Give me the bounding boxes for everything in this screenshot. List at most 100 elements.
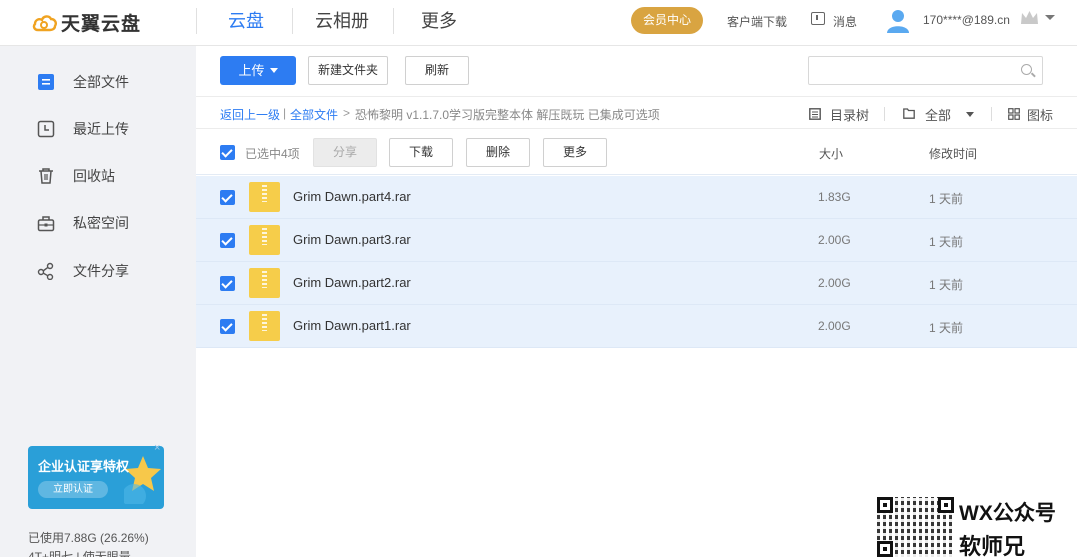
storage-usage: 已使用7.88G (26.26%) (28, 531, 149, 545)
promo-close-icon[interactable]: × (154, 442, 160, 454)
sidebar: 全部文件 最近上传 回收站 私密空间 文件分享 企业认证享特权 立即认证 × 已… (0, 46, 196, 557)
file-size: 2.00G (818, 319, 851, 333)
file-name[interactable]: Grim Dawn.part3.rar (293, 232, 411, 247)
table-row[interactable]: Grim Dawn.part3.rar 2.00G 1 天前 (196, 219, 1077, 262)
qr-finder (877, 541, 893, 557)
select-all-checkbox[interactable] (220, 145, 235, 160)
share-button[interactable]: 分享 (313, 138, 377, 167)
file-size: 2.00G (818, 276, 851, 290)
more-button[interactable]: 更多 (543, 138, 607, 167)
chevron-down-icon[interactable] (1045, 15, 1055, 20)
client-download-link[interactable]: 客户端下载 (727, 13, 787, 30)
search-input[interactable] (808, 56, 1043, 85)
badge-icon (124, 456, 161, 504)
top-navbar: 天翼云盘 云盘 云相册 更多 会员中心 客户端下载 消息 170****@189… (0, 0, 1077, 46)
user-avatar-icon[interactable] (886, 8, 910, 34)
breadcrumb-root-link[interactable]: 全部文件 (290, 106, 338, 123)
tab-cloud-disk[interactable]: 云盘 (228, 0, 264, 46)
storage-upgrade-link[interactable]: 4T+明七 | 使无眼量 (28, 548, 131, 557)
nav-divider (393, 8, 394, 34)
folder-icon (903, 108, 915, 119)
column-header-size[interactable]: 大小 (819, 145, 843, 162)
message-icon[interactable] (811, 12, 825, 25)
divider (884, 107, 885, 121)
qr-finder (938, 497, 954, 513)
selection-toolbar: 已选中4项 分享 下载 删除 更多 大小 修改时间 (196, 129, 1077, 175)
file-name[interactable]: Grim Dawn.part4.rar (293, 189, 411, 204)
row-checkbox[interactable] (220, 190, 235, 205)
sidebar-item-label: 最近上传 (73, 121, 129, 137)
messages-link[interactable]: 消息 (833, 13, 857, 30)
zip-file-icon (249, 311, 280, 341)
file-modified: 1 天前 (929, 278, 964, 292)
directory-tree-toggle[interactable]: 目录树 (830, 105, 869, 124)
zip-file-icon (249, 268, 280, 298)
table-row[interactable]: Grim Dawn.part2.rar 2.00G 1 天前 (196, 262, 1077, 305)
file-name[interactable]: Grim Dawn.part1.rar (293, 318, 411, 333)
sidebar-item-all-files[interactable]: 全部文件 (0, 63, 196, 101)
column-header-modified[interactable]: 修改时间 (929, 145, 977, 162)
brand-name: 天翼云盘 (61, 14, 142, 35)
zip-file-icon (249, 182, 280, 212)
caret-down-icon (269, 68, 278, 73)
new-folder-button[interactable]: 新建文件夹 (308, 56, 388, 85)
file-size: 1.83G (818, 190, 851, 204)
watermark-line1: WX公众号 (959, 502, 1056, 525)
sidebar-item-label: 全部文件 (73, 74, 129, 90)
selection-count: 已选中4项 (245, 147, 300, 161)
file-size: 2.00G (818, 233, 851, 247)
sidebar-item-label: 私密空间 (73, 215, 129, 231)
enterprise-promo-banner[interactable]: 企业认证享特权 立即认证 (28, 446, 164, 509)
download-button[interactable]: 下载 (389, 138, 453, 167)
cloud-logo-icon (32, 14, 57, 31)
file-list-icon (38, 74, 54, 90)
sidebar-item-private-space[interactable]: 私密空间 (0, 204, 196, 242)
file-modified: 1 天前 (929, 235, 964, 249)
table-row[interactable]: Grim Dawn.part4.rar 1.83G 1 天前 (196, 176, 1077, 219)
breadcrumb-bar: 返回上一级 | 全部文件 > 恐怖黎明 v1.1.7.0学习版完整本体 解压既玩… (196, 96, 1077, 129)
file-modified: 1 天前 (929, 321, 964, 335)
table-row[interactable]: Grim Dawn.part1.rar 2.00G 1 天前 (196, 305, 1077, 348)
icon-view-toggle[interactable]: 图标 (1027, 105, 1053, 124)
sidebar-item-file-share[interactable]: 文件分享 (0, 252, 196, 290)
watermark-line2: 软师兄 (959, 534, 1026, 557)
row-checkbox[interactable] (220, 233, 235, 248)
tab-more[interactable]: 更多 (421, 0, 457, 46)
qr-finder (877, 497, 893, 513)
delete-button[interactable]: 删除 (466, 138, 530, 167)
search-icon[interactable] (1021, 64, 1032, 75)
refresh-button[interactable]: 刷新 (405, 56, 469, 85)
chevron-down-icon[interactable] (966, 112, 974, 117)
breadcrumb-arrow: > (343, 106, 351, 120)
clock-icon (37, 120, 55, 138)
promo-title: 企业认证享特权 (38, 459, 130, 474)
sidebar-item-recycle-bin[interactable]: 回收站 (0, 157, 196, 195)
divider (991, 107, 992, 121)
trash-icon (39, 168, 53, 184)
brand-logo[interactable]: 天翼云盘 (32, 9, 141, 36)
zip-file-icon (249, 225, 280, 255)
filter-all-dropdown[interactable]: 全部 (925, 105, 951, 124)
grid-view-icon (1008, 108, 1020, 120)
sidebar-item-recent[interactable]: 最近上传 (0, 110, 196, 148)
sidebar-item-label: 回收站 (73, 168, 115, 184)
tab-cloud-album[interactable]: 云相册 (315, 0, 369, 46)
row-checkbox[interactable] (220, 276, 235, 291)
breadcrumb-separator: | (283, 106, 287, 120)
upload-button[interactable]: 上传 (220, 56, 296, 85)
promo-verify-button[interactable]: 立即认证 (38, 481, 108, 498)
row-checkbox[interactable] (220, 319, 235, 334)
safe-icon (37, 216, 55, 232)
vip-center-button[interactable]: 会员中心 (631, 7, 703, 34)
watermark: WX公众号 软师兄 (877, 497, 1077, 557)
breadcrumb-back-link[interactable]: 返回上一级 (220, 106, 280, 123)
file-modified: 1 天前 (929, 192, 964, 206)
share-icon (37, 262, 54, 280)
tree-icon (809, 108, 821, 120)
sidebar-item-label: 文件分享 (73, 263, 129, 279)
user-account[interactable]: 170****@189.cn (923, 13, 1010, 27)
file-name[interactable]: Grim Dawn.part2.rar (293, 275, 411, 290)
crown-icon (1021, 11, 1038, 24)
breadcrumb-current: 恐怖黎明 v1.1.7.0学习版完整本体 解压既玩 已集成可选项 (355, 108, 660, 122)
main-content: 上传 新建文件夹 刷新 返回上一级 | 全部文件 > 恐怖黎明 v1.1.7.0… (196, 46, 1077, 557)
